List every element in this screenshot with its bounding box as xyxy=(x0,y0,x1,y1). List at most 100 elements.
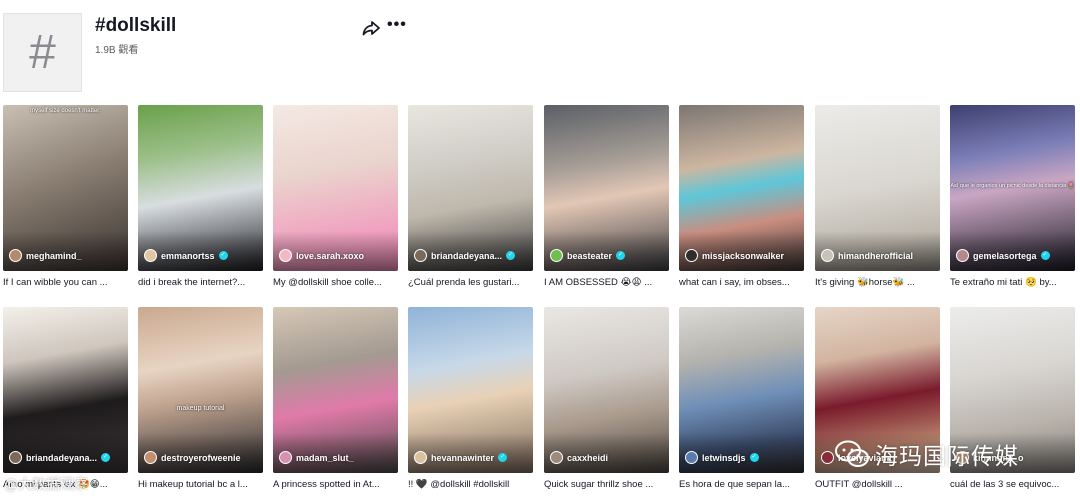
video-author[interactable]: gemelasortega ✓ xyxy=(956,249,1050,262)
avatar[interactable] xyxy=(279,249,292,262)
avatar[interactable] xyxy=(821,451,834,464)
tag-title: #dollskill xyxy=(95,15,177,36)
video-description[interactable]: A princess spotted in At... xyxy=(273,479,398,492)
video-author[interactable]: beasteater ✓ xyxy=(550,249,626,262)
video-card[interactable]: briandadeyana... ✓ Amo mi pants lsx 🤩😁... xyxy=(3,307,128,492)
video-description[interactable]: My @dollskill shoe colle... xyxy=(273,277,398,290)
video-thumbnail[interactable]: hevannawinter ✓ xyxy=(408,307,533,473)
avatar[interactable] xyxy=(821,249,834,262)
video-description[interactable]: If I can wibble you can ... xyxy=(3,277,128,290)
video-card[interactable]: hevannawinter ✓ !! 🖤 @dollskill #dollskill xyxy=(408,307,533,492)
video-description[interactable]: It's giving 🐝horse🐝 ... xyxy=(815,277,940,290)
watermark: 海玛国际传媒 xyxy=(835,437,1019,471)
video-caption-overlay: Así que le organice un picnic desde la d… xyxy=(950,183,1075,189)
video-thumbnail[interactable]: beasteater ✓ xyxy=(544,105,669,271)
video-author[interactable]: hevannawinter ✓ xyxy=(414,451,508,464)
author-username[interactable]: destroyerofweenie xyxy=(161,453,241,463)
video-thumbnail[interactable]: missjacksonwalker xyxy=(679,105,804,271)
video-card[interactable]: madam_slut_ A princess spotted in At... xyxy=(273,307,398,492)
author-username[interactable]: missjacksonwalker xyxy=(702,251,784,261)
author-username[interactable]: gemelasortega xyxy=(973,251,1037,261)
video-thumbnail[interactable]: briandadeyana... ✓ xyxy=(408,105,533,271)
author-username[interactable]: hevannawinter xyxy=(431,453,494,463)
video-author[interactable]: madam_slut_ xyxy=(279,451,354,464)
video-description[interactable]: Te extraño mi tati 🥺 by... xyxy=(950,277,1075,290)
video-card[interactable]: makeup tutorial destroyerofweenie Hi makeu… xyxy=(138,307,263,492)
verified-badge-icon: ✓ xyxy=(101,453,111,462)
video-description[interactable]: what can i say, im obses... xyxy=(679,277,804,290)
avatar[interactable] xyxy=(550,451,563,464)
video-thumbnail[interactable]: myself size doesn't matter: meghamind_ xyxy=(3,105,128,271)
video-thumbnail[interactable]: Así que le organice un picnic desde la d… xyxy=(950,105,1075,271)
video-thumbnail[interactable]: letwinsdjs ✓ xyxy=(679,307,804,473)
video-description[interactable]: I AM OBSESSED 😭😩 ... xyxy=(544,277,669,290)
avatar[interactable] xyxy=(144,249,157,262)
video-card[interactable]: love.sarah.xoxo My @dollskill shoe colle.… xyxy=(273,105,398,290)
avatar[interactable] xyxy=(9,451,22,464)
video-thumbnail[interactable]: emmanortss ✓ xyxy=(138,105,263,271)
watermark-text: 海玛国际传媒 xyxy=(875,444,1019,470)
video-description[interactable]: cuál de las 3 se equivoc... xyxy=(950,479,1075,492)
author-username[interactable]: meghamind_ xyxy=(26,251,82,261)
verified-badge-icon: ✓ xyxy=(506,251,516,260)
verified-badge-icon: ✓ xyxy=(498,453,508,462)
video-thumbnail[interactable]: himandherofficial xyxy=(815,105,940,271)
video-card[interactable]: myself size doesn't matter: meghamind_ If … xyxy=(3,105,128,290)
video-description[interactable]: Quick sugar thrillz shoe ... xyxy=(544,479,669,492)
video-card[interactable]: caxxheidi Quick sugar thrillz shoe ... xyxy=(544,307,669,492)
author-username[interactable]: caxxheidi xyxy=(567,453,608,463)
avatar[interactable] xyxy=(144,451,157,464)
share-icon[interactable] xyxy=(361,18,381,38)
author-username[interactable]: letwinsdjs xyxy=(702,453,746,463)
video-author[interactable]: love.sarah.xoxo xyxy=(279,249,364,262)
video-author[interactable]: caxxheidi xyxy=(550,451,608,464)
avatar[interactable] xyxy=(685,451,698,464)
author-username[interactable]: beasteater xyxy=(567,251,612,261)
tag-views-count: 1.9B 觀看 xyxy=(95,45,139,56)
video-description[interactable]: !! 🖤 @dollskill #dollskill xyxy=(408,479,533,492)
video-card[interactable]: briandadeyana... ✓ ¿Cuál prenda les gustar… xyxy=(408,105,533,290)
video-card[interactable]: himandherofficial It's giving 🐝horse🐝 ... xyxy=(815,105,940,290)
author-username[interactable]: briandadeyana... xyxy=(431,251,502,261)
video-description[interactable]: ¿Cuál prenda les gustari... xyxy=(408,277,533,290)
avatar[interactable] xyxy=(9,249,22,262)
video-author[interactable]: meghamind_ xyxy=(9,249,82,262)
video-thumbnail[interactable]: makeup tutorial destroyerofweenie xyxy=(138,307,263,473)
author-username[interactable]: briandadeyana... xyxy=(26,453,97,463)
video-author[interactable]: letwinsdjs ✓ xyxy=(685,451,759,464)
video-author[interactable]: destroyerofweenie xyxy=(144,451,241,464)
video-author[interactable]: emmanortss ✓ xyxy=(144,249,228,262)
video-thumbnail[interactable]: caxxheidi xyxy=(544,307,669,473)
video-thumbnail[interactable]: love.sarah.xoxo xyxy=(273,105,398,271)
video-description[interactable]: Es hora de que sepan la... xyxy=(679,479,804,492)
verified-badge-icon: ✓ xyxy=(749,453,759,462)
avatar[interactable] xyxy=(279,451,292,464)
video-description[interactable]: Hi makeup tutorial bc a l... xyxy=(138,479,263,492)
avatar[interactable] xyxy=(550,249,563,262)
video-author[interactable]: missjacksonwalker xyxy=(685,249,784,262)
video-card[interactable]: beasteater ✓ I AM OBSESSED 😭😩 ... xyxy=(544,105,669,290)
video-card[interactable]: emmanortss ✓ did i break the internet?... xyxy=(138,105,263,290)
avatar[interactable] xyxy=(414,451,427,464)
video-card[interactable]: letwinsdjs ✓ Es hora de que sepan la... xyxy=(679,307,804,492)
video-card[interactable]: Así que le organice un picnic desde la d… xyxy=(950,105,1075,290)
video-author[interactable]: briandadeyana... ✓ xyxy=(414,249,516,262)
avatar[interactable] xyxy=(414,249,427,262)
more-options-icon[interactable]: ••• xyxy=(387,16,407,36)
video-card[interactable]: missjacksonwalker what can i say, im obse… xyxy=(679,105,804,290)
video-author[interactable]: briandadeyana... ✓ xyxy=(9,451,111,464)
watermark-bottom-left: @大数据观察 xyxy=(4,477,88,493)
video-description[interactable]: did i break the internet?... xyxy=(138,277,263,290)
avatar[interactable] xyxy=(956,249,969,262)
avatar[interactable] xyxy=(685,249,698,262)
hashtag-icon: # xyxy=(29,25,56,79)
author-username[interactable]: madam_slut_ xyxy=(296,453,354,463)
author-username[interactable]: himandherofficial xyxy=(838,251,913,261)
author-username[interactable]: love.sarah.xoxo xyxy=(296,251,364,261)
video-thumbnail[interactable]: briandadeyana... ✓ xyxy=(3,307,128,473)
video-author[interactable]: himandherofficial xyxy=(821,249,913,262)
video-description[interactable]: OUTFIT @dollskill ... xyxy=(815,479,940,492)
author-username[interactable]: emmanortss xyxy=(161,251,215,261)
video-thumbnail[interactable]: madam_slut_ xyxy=(273,307,398,473)
tag-header: # #dollskill 1.9B 觀看 ••• xyxy=(0,0,1080,100)
